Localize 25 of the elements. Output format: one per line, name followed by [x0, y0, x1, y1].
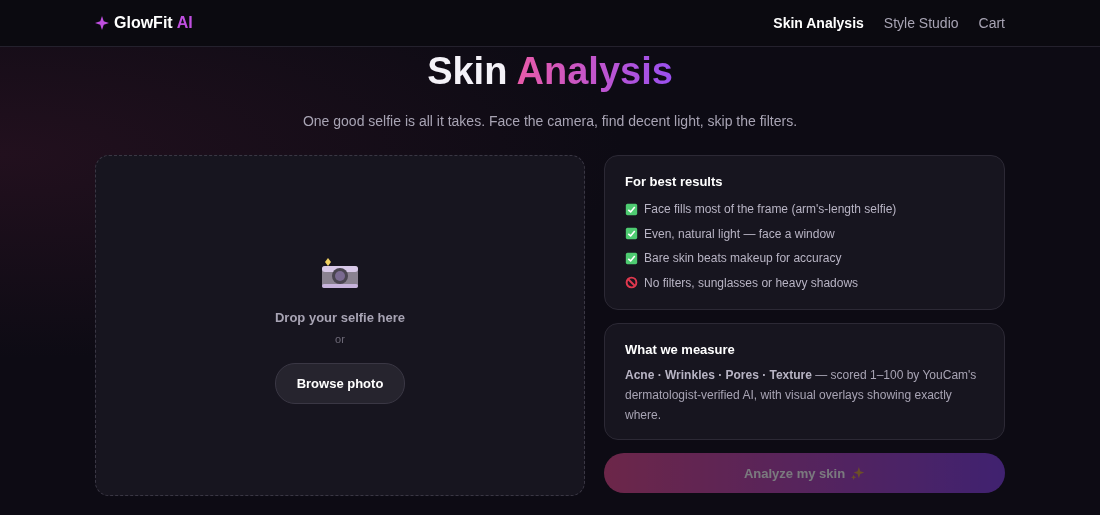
- sparkle-icon: [95, 16, 109, 30]
- tip-text: Face fills most of the frame (arm's-length selfie): [644, 202, 897, 217]
- brand-accent[interactable]: AI: [176, 14, 193, 32]
- page-subtitle: One good selfie is all it takes. Face the camera, find decent light, skip the filters.: [301, 113, 799, 129]
- page-title: Skin: [427, 50, 508, 92]
- upload-dropzone[interactable]: Drop your selfie here or Browse photo: [95, 155, 585, 496]
- browse-button[interactable]: Browse photo: [274, 362, 406, 404]
- checkmark-icon: [625, 202, 638, 216]
- brand-name[interactable]: GlowFit: [114, 14, 173, 32]
- tip-text: Bare skin beats makeup for accuracy: [644, 251, 842, 266]
- nav-link[interactable]: Skin Analysis: [773, 15, 864, 31]
- camera-icon: [320, 257, 360, 290]
- nav-link[interactable]: Style Studio: [883, 15, 959, 31]
- separator-text: or: [335, 332, 345, 345]
- tip-text: Even, natural light — face a window: [644, 226, 835, 241]
- dropzone-prompt: Drop your selfie here: [274, 309, 405, 325]
- card-title: What we measure: [625, 342, 736, 357]
- nav-link[interactable]: Cart: [978, 15, 1005, 31]
- checkmark-icon: [625, 227, 638, 241]
- card-title: For best results: [625, 174, 724, 189]
- measure-description: Acne · Wrinkles · Pores · Texture — scored 1–100 by YouCam's dermatologist-verified AI, with visual overlays showing exactly where.: [625, 367, 978, 424]
- checkmark-icon: [625, 251, 638, 265]
- sparkles-icon: [851, 466, 866, 480]
- tip-text: No filters, sunglasses or heavy shadows: [644, 275, 859, 290]
- prohibited-icon: [625, 276, 638, 290]
